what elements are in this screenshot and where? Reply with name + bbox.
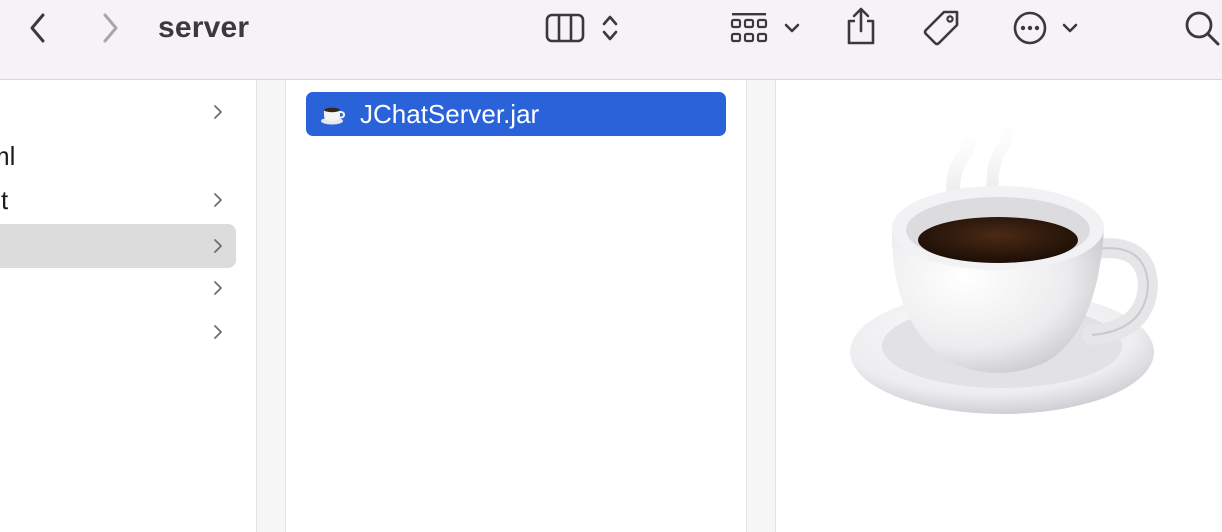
column-view-icon [545, 13, 585, 43]
search-icon [1185, 11, 1220, 46]
list-item-label: ml [0, 141, 16, 171]
more-menu-button[interactable] [1058, 14, 1082, 42]
chevron-left-icon [30, 13, 45, 43]
view-mode-button[interactable] [544, 10, 586, 46]
list-item[interactable] [0, 310, 236, 354]
java-coffee-cup-icon [321, 107, 346, 125]
java-coffee-cup-icon [850, 110, 1159, 414]
group-menu-button[interactable] [780, 14, 804, 42]
share-icon [847, 7, 875, 45]
ellipsis-circle-icon [1013, 11, 1047, 45]
chevron-down-icon [784, 23, 800, 33]
chevron-right-icon [214, 325, 222, 339]
group-button[interactable] [728, 8, 770, 48]
list-item-selected[interactable] [0, 224, 236, 268]
chevron-right-icon [214, 193, 222, 207]
column-resize-handle[interactable] [747, 80, 775, 532]
list-item[interactable]: st [0, 178, 236, 222]
search-button[interactable] [1180, 8, 1222, 48]
view-options-toggle[interactable] [596, 10, 624, 46]
back-button[interactable] [22, 10, 54, 46]
chevron-right-icon [103, 13, 118, 43]
column-resize-handle[interactable] [257, 80, 285, 532]
list-item[interactable] [0, 266, 236, 310]
list-item[interactable]: ml [0, 134, 236, 178]
chevron-right-icon [214, 281, 222, 295]
file-item-selected[interactable]: JChatServer.jar [306, 92, 726, 136]
parent-column: ml st [0, 80, 256, 532]
grid-group-icon [730, 13, 768, 43]
list-item-label: st [0, 185, 9, 215]
toolbar: server [0, 0, 1222, 80]
tag-icon [923, 10, 959, 46]
more-actions-button[interactable] [1010, 8, 1050, 48]
file-name: JChatServer.jar [360, 99, 540, 129]
list-item[interactable] [0, 90, 236, 134]
chevron-right-icon [214, 239, 222, 253]
chevron-up-down-icon [602, 15, 618, 41]
chevron-down-icon [1062, 23, 1078, 33]
preview-pane [776, 80, 1222, 532]
current-column: JChatServer.jar [286, 80, 746, 532]
window-title: server [158, 11, 250, 44]
chevron-right-icon [214, 105, 222, 119]
forward-button[interactable] [94, 10, 126, 46]
share-button[interactable] [842, 4, 880, 48]
tag-button[interactable] [920, 6, 964, 50]
